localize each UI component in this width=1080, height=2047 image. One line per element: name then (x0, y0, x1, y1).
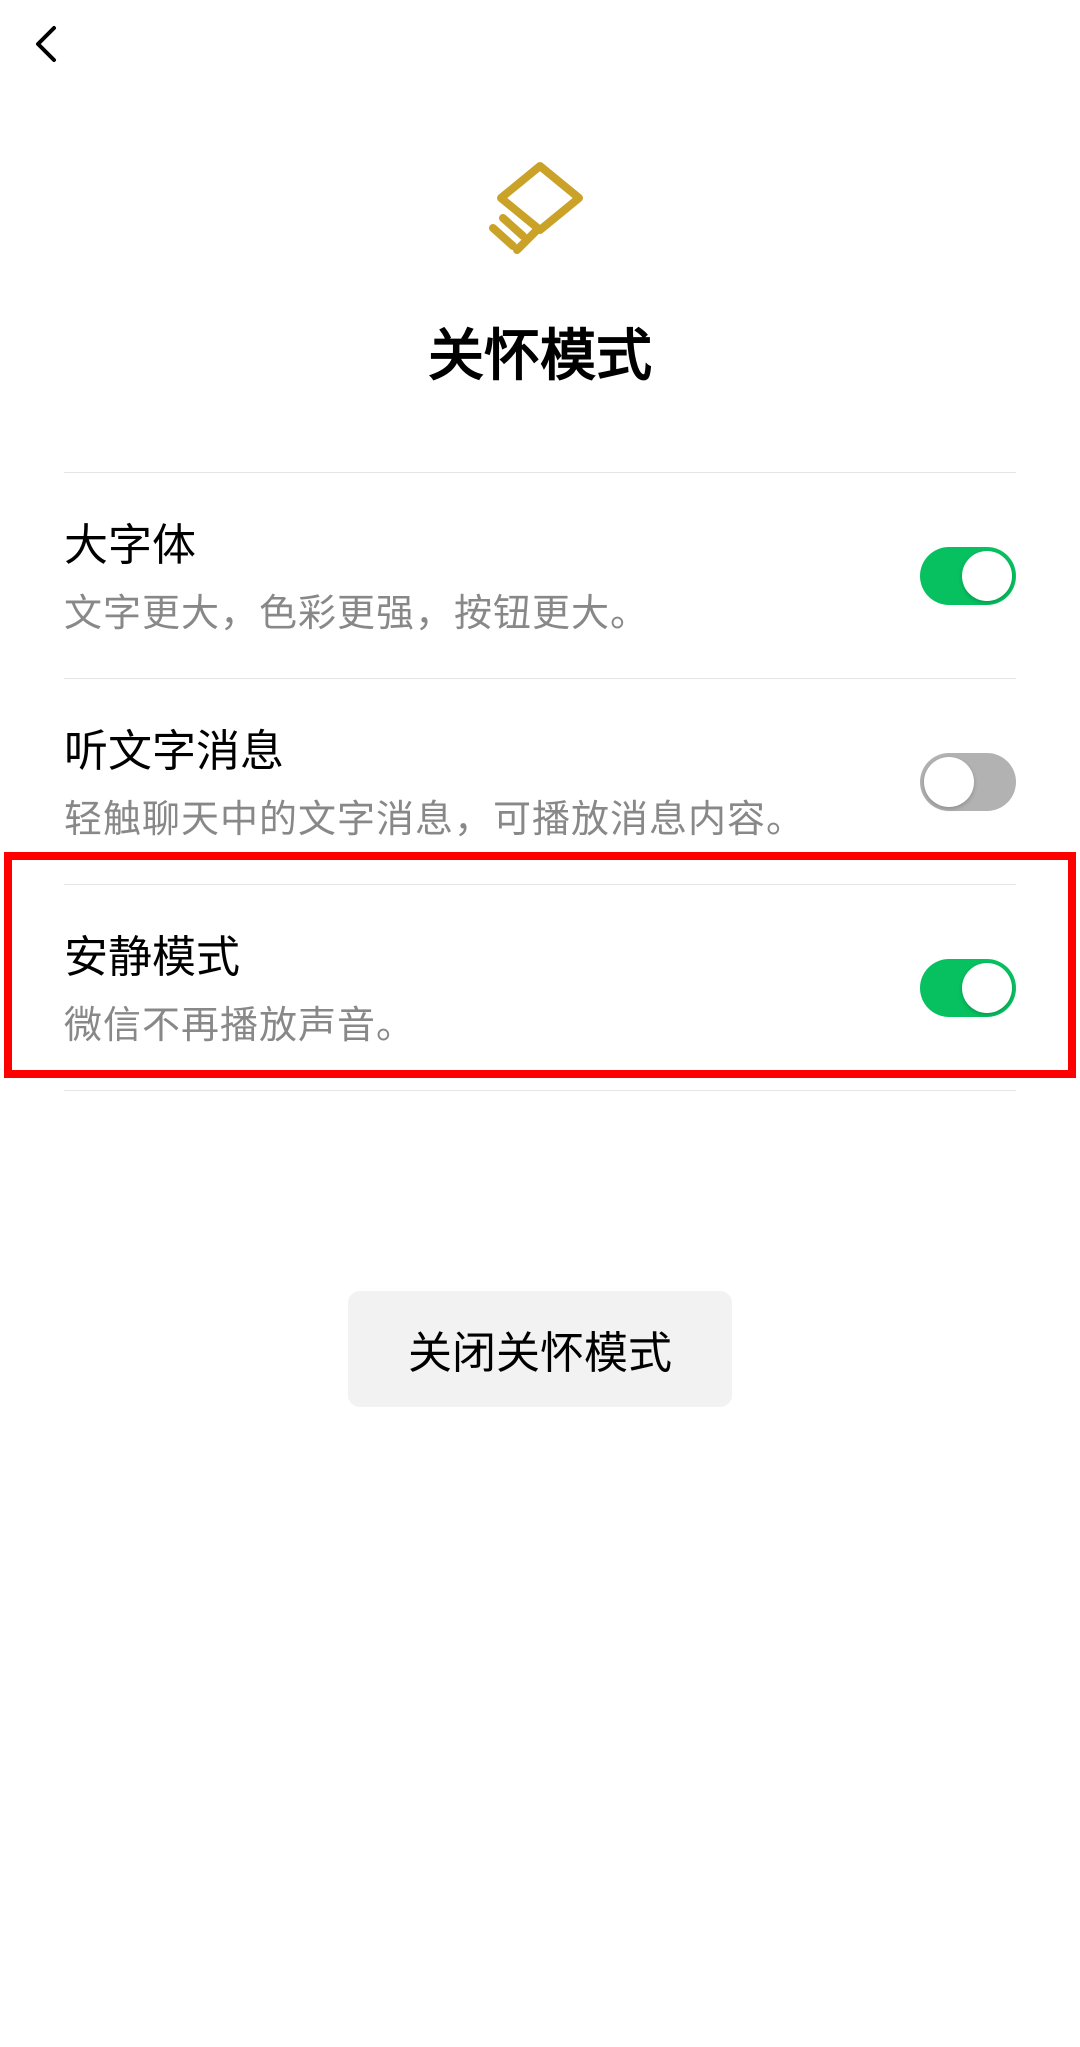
chevron-left-icon (32, 22, 60, 66)
toggle-quiet-mode[interactable] (920, 959, 1016, 1017)
setting-text: 听文字消息 轻触聊天中的文字消息，可播放消息内容。 (64, 715, 920, 848)
toggle-thumb (962, 963, 1012, 1013)
hero-section: 关怀模式 (0, 88, 1080, 472)
setting-desc: 轻触聊天中的文字消息，可播放消息内容。 (64, 793, 896, 848)
setting-desc: 文字更大，色彩更强，按钮更大。 (64, 587, 896, 642)
setting-text: 安静模式 微信不再播放声音。 (64, 921, 920, 1054)
settings-list: 大字体 文字更大，色彩更强，按钮更大。 听文字消息 轻触聊天中的文字消息，可播放… (64, 472, 1016, 1091)
toggle-thumb (924, 757, 974, 807)
header-bar (0, 0, 1080, 88)
toggle-listen-text[interactable] (920, 753, 1016, 811)
setting-listen-text: 听文字消息 轻触聊天中的文字消息，可播放消息内容。 (64, 679, 1016, 885)
setting-text: 大字体 文字更大，色彩更强，按钮更大。 (64, 509, 920, 642)
back-button[interactable] (24, 22, 68, 66)
setting-title: 大字体 (64, 509, 896, 573)
toggle-thumb (962, 551, 1012, 601)
setting-quiet-mode: 安静模式 微信不再播放声音。 (64, 885, 1016, 1091)
close-care-mode-button[interactable]: 关闭关怀模式 (348, 1291, 732, 1407)
toggle-large-font[interactable] (920, 547, 1016, 605)
page-title: 关怀模式 (428, 311, 652, 392)
setting-title: 听文字消息 (64, 715, 896, 779)
setting-large-font: 大字体 文字更大，色彩更强，按钮更大。 (64, 473, 1016, 679)
setting-title: 安静模式 (64, 921, 896, 985)
care-mode-icon (475, 148, 605, 263)
setting-desc: 微信不再播放声音。 (64, 999, 896, 1054)
